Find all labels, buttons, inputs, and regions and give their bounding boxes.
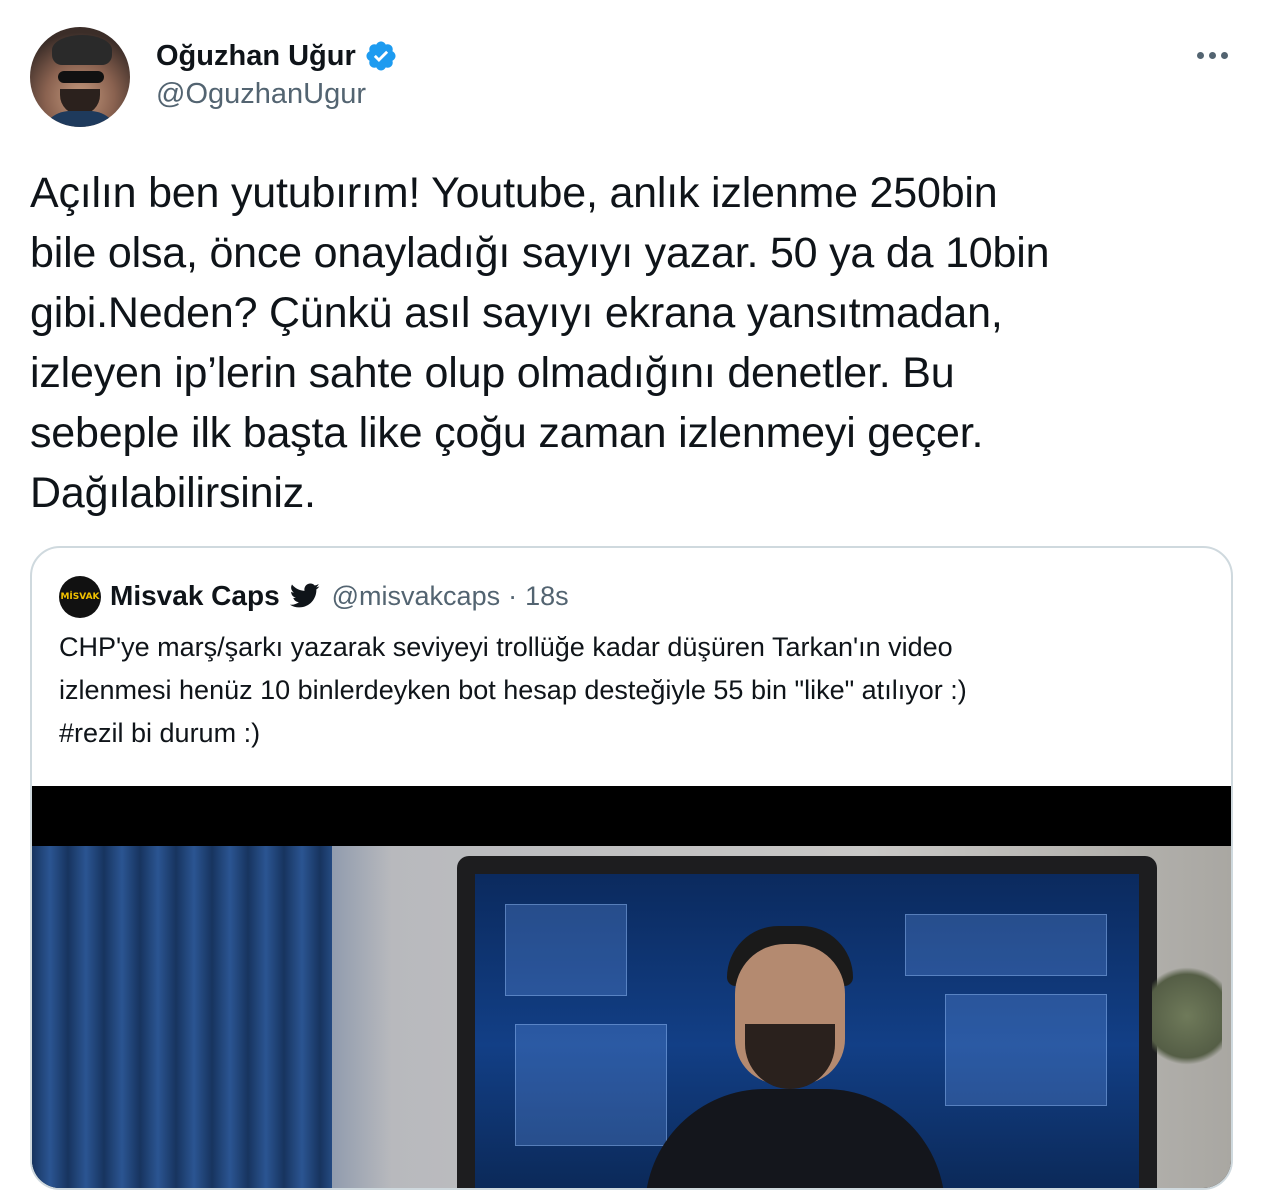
screen-panel	[905, 914, 1107, 976]
twitter-bird-icon	[289, 583, 320, 608]
quoted-author-avatar[interactable]: MİSVAK	[59, 576, 101, 618]
more-dot	[1208, 51, 1216, 59]
media-plant	[1152, 956, 1222, 1076]
avatar-shirt	[40, 111, 120, 127]
header-separator: ·	[508, 580, 518, 611]
avatar-hat	[52, 35, 112, 65]
quoted-handle[interactable]: @misvakcaps	[332, 581, 500, 612]
avatar-glasses	[58, 71, 104, 83]
author-display-name[interactable]: Oğuzhan Uğur	[156, 40, 356, 73]
author-avatar[interactable]	[30, 27, 130, 127]
person-beard	[745, 1024, 835, 1089]
misvak-logo: MİSVAK	[60, 592, 100, 602]
author-handle[interactable]: @OguzhanUgur	[156, 78, 366, 111]
verified-badge-icon	[366, 41, 396, 71]
media-laptop	[457, 856, 1157, 1188]
quoted-tweet[interactable]: MİSVAK Misvak Caps @misvakcaps · 18s CHP…	[30, 546, 1233, 1190]
more-options-icon[interactable]	[1190, 40, 1234, 70]
screen-panel	[505, 904, 627, 996]
quoted-timestamp[interactable]: 18s	[525, 581, 569, 612]
person-body	[645, 1089, 945, 1188]
more-dot	[1196, 51, 1204, 59]
media-laptop-screen	[475, 874, 1139, 1188]
media-curtain	[32, 846, 332, 1188]
quoted-tweet-header: Misvak Caps @misvakcaps · 18s	[110, 578, 569, 614]
quoted-tweet-text: CHP'ye marş/şarkı yazarak seviyeyi troll…	[59, 632, 967, 748]
more-dot	[1220, 51, 1228, 59]
screen-panel	[515, 1024, 667, 1146]
screen-panel	[945, 994, 1107, 1106]
author-name-row[interactable]: Oğuzhan Uğur	[156, 36, 398, 76]
tweet-text: Açılın ben yutubırım! Youtube, anlık izl…	[30, 169, 1050, 517]
quoted-display-name[interactable]: Misvak Caps	[110, 580, 280, 612]
media-image	[32, 846, 1231, 1188]
quoted-tweet-media[interactable]	[32, 786, 1231, 1188]
tweet: Oğuzhan Uğur @OguzhanUgur Açılın ben yut…	[0, 0, 1262, 1190]
